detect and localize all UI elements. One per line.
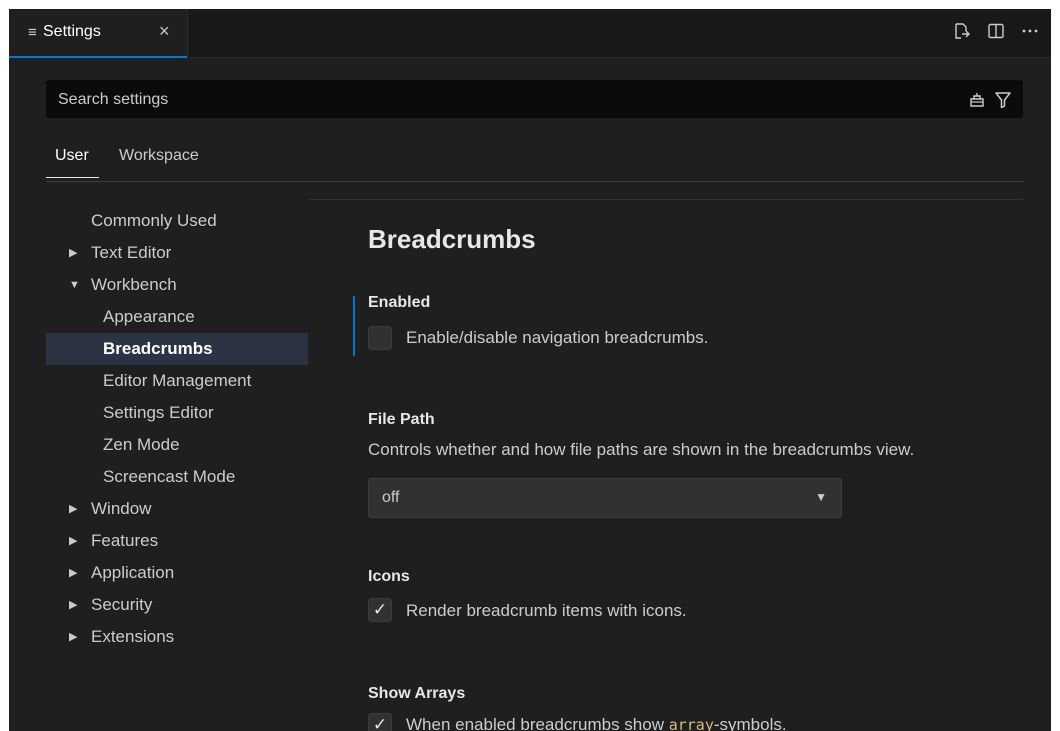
- chevron-right-icon: ▶: [69, 599, 78, 611]
- settings-toc-tree: Commonly Used ▶ Text Editor ▼ Workbench Ap…: [46, 205, 308, 653]
- chevron-right-icon: ▶: [69, 631, 78, 643]
- toc-label: Screencast Mode: [103, 467, 236, 486]
- toc-item-application[interactable]: ▶ Application: [46, 557, 308, 589]
- toc-item-extensions[interactable]: ▶ Extensions: [46, 621, 308, 653]
- description-text: -symbols.: [713, 715, 787, 731]
- chevron-down-icon: ▼: [815, 490, 827, 504]
- toc-label: Application: [91, 563, 175, 582]
- toc-item-window[interactable]: ▶ Window: [46, 493, 308, 525]
- setting-icons: Icons: [368, 568, 1008, 586]
- chevron-right-icon: ▶: [69, 535, 78, 547]
- chevron-right-icon: ▶: [69, 567, 78, 579]
- toc-label: Extensions: [91, 627, 175, 646]
- setting-title: File Path: [368, 411, 435, 428]
- code-token: array: [668, 716, 714, 731]
- setting-show-arrays: Show Arrays: [368, 685, 1008, 703]
- toc-item-workbench[interactable]: ▼ Workbench: [46, 269, 308, 301]
- setting-file-path: File Path Controls whether and how file …: [368, 411, 1008, 460]
- setting-description: Controls whether and how file paths are …: [368, 440, 915, 459]
- editor-tab-bar: ≡ Settings ×: [9, 9, 1051, 58]
- enabled-description: Enable/disable navigation breadcrumbs.: [406, 328, 709, 347]
- toc-label: Features: [91, 531, 159, 550]
- check-icon: ✓: [372, 715, 388, 731]
- chevron-down-icon: ▼: [69, 279, 80, 291]
- toc-item-text-editor[interactable]: ▶ Text Editor: [46, 237, 308, 269]
- toc-label: Workbench: [91, 275, 177, 294]
- settings-editor-window: ≡ Settings × User Wor: [9, 9, 1051, 731]
- open-settings-json-icon[interactable]: [951, 19, 973, 43]
- toc-label: Window: [91, 499, 152, 518]
- show-arrays-checkbox[interactable]: ✓: [368, 713, 392, 731]
- icons-checkbox[interactable]: ✓: [368, 598, 392, 622]
- toc-item-settings-editor[interactable]: Settings Editor: [46, 397, 308, 429]
- toc-label: Commonly Used: [91, 211, 217, 230]
- search-input[interactable]: [56, 81, 940, 119]
- chevron-right-icon: ▶: [69, 247, 78, 259]
- toc-item-appearance[interactable]: Appearance: [46, 301, 308, 333]
- toc-item-commonly-used[interactable]: Commonly Used: [46, 205, 308, 237]
- search-settings-box[interactable]: [46, 80, 1023, 119]
- check-icon: ✓: [372, 600, 388, 619]
- settings-list-icon: ≡: [28, 24, 37, 41]
- toc-label: Breadcrumbs: [103, 339, 213, 358]
- editor-actions: [951, 19, 1041, 43]
- clear-filter-icon[interactable]: [966, 88, 988, 112]
- close-icon[interactable]: ×: [159, 21, 170, 42]
- toc-item-editor-management[interactable]: Editor Management: [46, 365, 308, 397]
- setting-title: Icons: [368, 568, 410, 585]
- settings-scope-tabs: User Workspace: [46, 145, 1023, 182]
- toc-item-zen-mode[interactable]: Zen Mode: [46, 429, 308, 461]
- enabled-checkbox[interactable]: [368, 326, 392, 350]
- toc-item-security[interactable]: ▶ Security: [46, 589, 308, 621]
- section-title: Breadcrumbs: [368, 224, 536, 254]
- tab-workspace[interactable]: Workspace: [119, 147, 199, 177]
- toc-item-breadcrumbs[interactable]: Breadcrumbs: [46, 333, 308, 365]
- tab-label: Settings: [43, 23, 101, 40]
- dropdown-value: off: [382, 489, 400, 506]
- settings-body: Breadcrumbs Enabled Enable/disable navig…: [310, 199, 1023, 731]
- toc-label: Appearance: [103, 307, 195, 326]
- toc-label: Security: [91, 595, 153, 614]
- description-text: When enabled breadcrumbs show: [406, 715, 669, 731]
- toc-label: Settings Editor: [103, 403, 214, 422]
- toc-label: Text Editor: [91, 243, 172, 262]
- setting-title: Enabled: [368, 294, 431, 311]
- setting-enabled: Enabled: [368, 294, 1008, 312]
- focused-setting-indicator: [353, 296, 355, 356]
- show-arrays-description: When enabled breadcrumbs show array-symb…: [406, 715, 787, 731]
- search-actions: [966, 88, 1014, 112]
- toc-label: Editor Management: [103, 371, 252, 390]
- toc-label: Zen Mode: [103, 435, 180, 454]
- setting-title: Show Arrays: [368, 685, 466, 702]
- icons-description: Render breadcrumb items with icons.: [406, 601, 687, 620]
- settings-tab[interactable]: ≡ Settings ×: [9, 9, 188, 58]
- more-actions-icon[interactable]: [1019, 19, 1041, 43]
- chevron-right-icon: ▶: [69, 503, 78, 515]
- filter-icon[interactable]: [992, 88, 1014, 112]
- tab-user[interactable]: User: [46, 147, 99, 178]
- file-path-dropdown[interactable]: off ▼: [368, 478, 842, 518]
- toc-item-features[interactable]: ▶ Features: [46, 525, 308, 557]
- split-editor-icon[interactable]: [985, 19, 1007, 43]
- toc-item-screencast-mode[interactable]: Screencast Mode: [46, 461, 308, 493]
